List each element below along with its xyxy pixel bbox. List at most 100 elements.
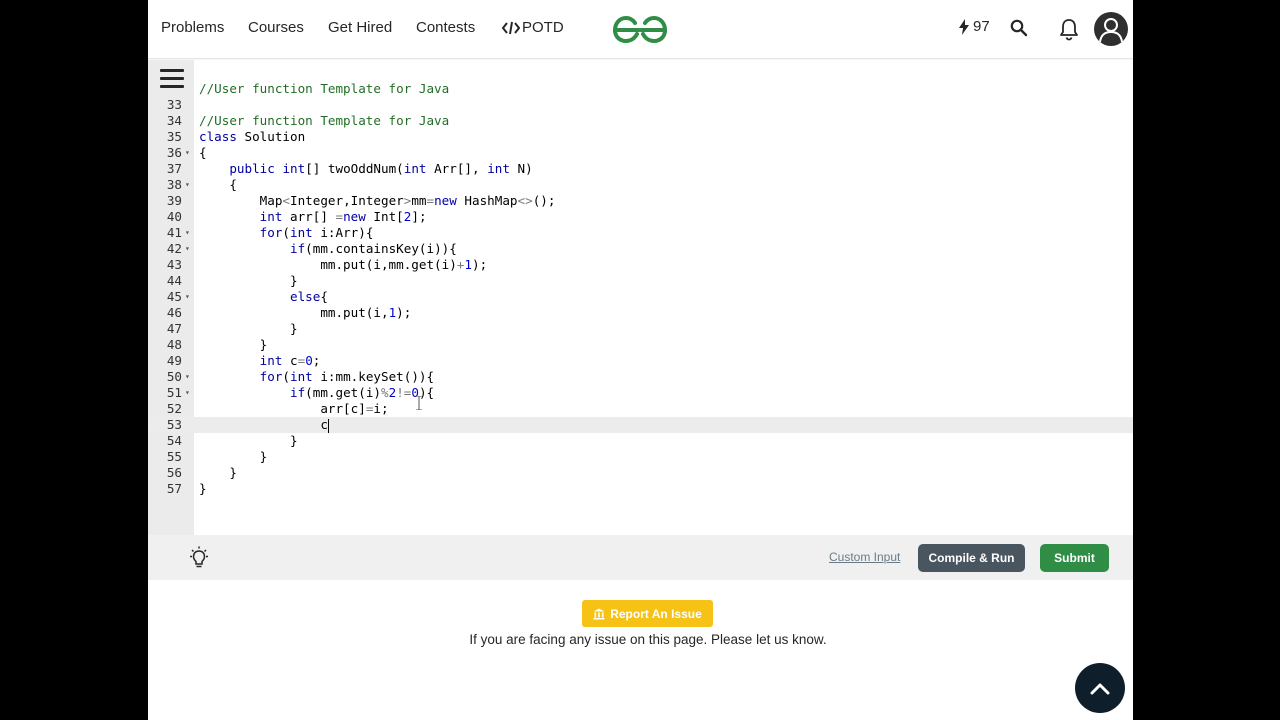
fold-arrow-icon[interactable]: ▾ <box>185 241 190 257</box>
line-number: 43 <box>166 257 182 272</box>
line-number: 39 <box>166 193 182 208</box>
code-line[interactable]: 44 } <box>148 273 1133 289</box>
code-line[interactable]: 50 ▾ for(int i:mm.keySet()){ <box>148 369 1133 385</box>
code-line[interactable]: 40 int arr[] =new Int[2]; <box>148 209 1133 225</box>
code-text: } <box>199 465 237 480</box>
code-text: else{ <box>290 289 328 304</box>
editor-action-bar: Custom Input Compile & Run Submit <box>148 535 1133 580</box>
code-line[interactable]: 54 } <box>148 433 1133 449</box>
nav-link-potd[interactable]: POTD <box>502 18 564 38</box>
nav-link-courses[interactable]: Courses <box>248 18 304 38</box>
line-number: 34 <box>166 113 182 128</box>
code-text: mm.put(i,1); <box>199 305 412 320</box>
code-line[interactable]: 38 ▾ { <box>148 177 1133 193</box>
submit-button[interactable]: Submit <box>1040 544 1109 572</box>
code-line[interactable]: 48 } <box>148 337 1133 353</box>
line-number: 55 <box>166 449 182 464</box>
fold-arrow-icon[interactable]: ▾ <box>185 289 190 305</box>
line-number: 38 <box>166 177 182 192</box>
line-number: 49 <box>166 353 182 368</box>
code-text: //User function Template for Java <box>199 81 450 96</box>
code-line[interactable]: 39 Map<Integer,Integer>mm=new HashMap<>(… <box>148 193 1133 209</box>
code-text: } <box>199 449 268 464</box>
chevron-up-icon <box>1090 683 1110 695</box>
code-text: mm.put(i,mm.get(i)+1); <box>199 257 488 272</box>
code-line[interactable]: 43 mm.put(i,mm.get(i)+1); <box>148 257 1133 273</box>
bank-icon <box>593 608 605 619</box>
code-text: c <box>199 417 329 433</box>
code-line[interactable]: 45 ▾ else{ <box>148 289 1133 305</box>
line-number: 45 <box>166 289 182 304</box>
nav-link-get-hired[interactable]: Get Hired <box>328 18 392 38</box>
code-line[interactable]: 33 <box>148 97 1133 113</box>
code-text: } <box>199 481 207 496</box>
report-issue-button[interactable]: Report An Issue <box>582 600 713 627</box>
line-number: 52 <box>166 401 182 416</box>
code-line[interactable]: 35 class Solution <box>148 129 1133 145</box>
code-text: } <box>199 433 298 448</box>
line-number: 53 <box>166 417 182 432</box>
code-bracket-icon <box>502 21 520 35</box>
code-line[interactable]: 34 //User function Template for Java <box>148 113 1133 129</box>
line-number: 42 <box>166 241 182 256</box>
bell-icon[interactable] <box>1058 17 1080 41</box>
line-number: 51 <box>166 385 182 400</box>
compile-run-button[interactable]: Compile & Run <box>918 544 1025 572</box>
code-text: for(int i:mm.keySet()){ <box>259 369 435 384</box>
nav-link-contests[interactable]: Contests <box>416 18 475 38</box>
user-avatar-icon[interactable] <box>1094 12 1128 46</box>
code-line[interactable]: 49 int c=0; <box>148 353 1133 369</box>
code-line[interactable]: 41 ▾ for(int i:Arr){ <box>148 225 1133 241</box>
code-line[interactable]: 53 c <box>148 417 1133 433</box>
code-text: if(mm.get(i)%2!=0){ <box>290 385 435 400</box>
code-editor[interactable]: //User function Template for Java 33 34 //… <box>148 60 1133 535</box>
geeksforgeeks-logo[interactable] <box>612 13 668 50</box>
code-text: int arr[] =new Int[2]; <box>259 209 427 224</box>
code-text: } <box>199 273 298 288</box>
code-line[interactable]: 52 arr[c]=i; <box>148 401 1133 417</box>
line-number: 48 <box>166 337 182 352</box>
line-number: 54 <box>166 433 182 448</box>
code-text: { <box>199 145 207 160</box>
code-text: } <box>199 321 298 336</box>
streak-counter[interactable]: 97 <box>958 18 990 35</box>
code-line[interactable]: 42 ▾ if(mm.containsKey(i)){ <box>148 241 1133 257</box>
report-issue-label: Report An Issue <box>610 606 702 621</box>
line-number: 46 <box>166 305 182 320</box>
fold-arrow-icon[interactable]: ▾ <box>185 145 190 161</box>
scroll-to-top-button[interactable] <box>1075 663 1125 713</box>
code-line[interactable]: 47 } <box>148 321 1133 337</box>
page-viewport: Problems Courses Get Hired Contests POTD <box>148 0 1133 720</box>
fold-arrow-icon[interactable]: ▾ <box>185 177 190 193</box>
lightbulb-icon[interactable] <box>188 546 210 570</box>
code-text: public int[] twoOddNum(int Arr[], int N) <box>229 161 533 176</box>
text-caret <box>327 418 329 433</box>
nav-link-problems[interactable]: Problems <box>161 18 224 38</box>
code-line[interactable]: 51 ▾ if(mm.get(i)%2!=0){ <box>148 385 1133 401</box>
report-issue-text: If you are facing any issue on this page… <box>469 632 827 647</box>
mouse-text-cursor-icon <box>416 396 422 410</box>
fold-arrow-icon[interactable]: ▾ <box>185 369 190 385</box>
fold-arrow-icon[interactable]: ▾ <box>185 225 190 241</box>
line-number: 57 <box>166 481 182 496</box>
custom-input-link[interactable]: Custom Input <box>829 550 900 564</box>
code-line[interactable]: 46 mm.put(i,1); <box>148 305 1133 321</box>
line-number: 56 <box>166 465 182 480</box>
code-line[interactable]: 55 } <box>148 449 1133 465</box>
code-line[interactable]: 36 ▾ { <box>148 145 1133 161</box>
code-text: //User function Template for Java <box>199 113 450 128</box>
code-text: for(int i:Arr){ <box>259 225 374 240</box>
code-text: arr[c]=i; <box>199 401 389 416</box>
line-number: 37 <box>166 161 182 176</box>
line-number: 47 <box>166 321 182 336</box>
search-icon[interactable] <box>1010 19 1028 37</box>
line-number: 33 <box>166 97 182 112</box>
line-number: 41 <box>166 225 182 240</box>
line-number: 44 <box>166 273 182 288</box>
code-text: { <box>199 177 237 192</box>
code-line[interactable]: 57} <box>148 481 1133 497</box>
fold-arrow-icon[interactable]: ▾ <box>185 385 190 401</box>
code-line[interactable]: 56 } <box>148 465 1133 481</box>
code-line[interactable]: 37 public int[] twoOddNum(int Arr[], int… <box>148 161 1133 177</box>
top-navbar: Problems Courses Get Hired Contests POTD <box>148 0 1133 59</box>
